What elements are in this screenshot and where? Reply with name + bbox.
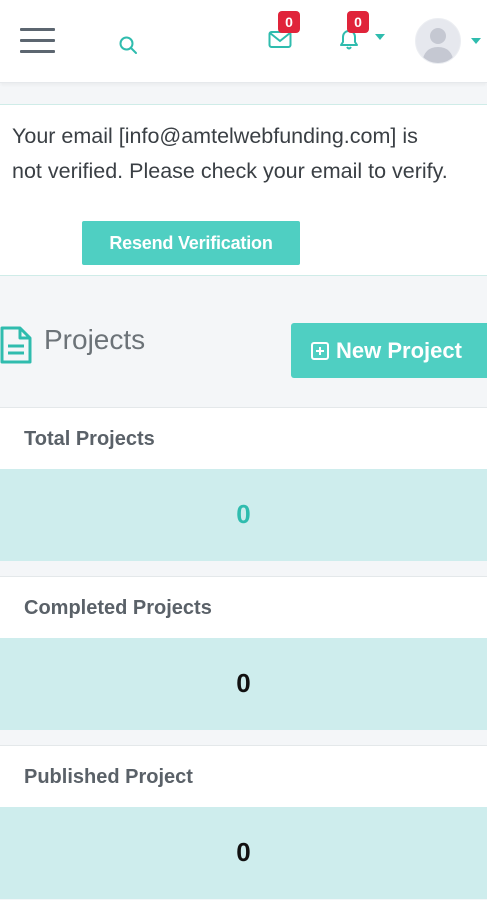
published-project-value-panel: 0 <box>0 807 487 899</box>
resend-verification-button[interactable]: Resend Verification <box>82 221 300 265</box>
document-icon <box>0 326 32 364</box>
page-title: Projects <box>44 324 146 355</box>
notification-count-badge: 0 <box>347 11 369 33</box>
mail-count-badge: 0 <box>278 11 300 33</box>
stat-label: Completed Projects <box>24 597 212 619</box>
stat-value: 0 <box>236 499 251 529</box>
published-project-header: Published Project <box>0 745 487 807</box>
completed-projects-value-panel: 0 <box>0 638 487 730</box>
user-menu[interactable] <box>415 18 487 64</box>
stat-label: Total Projects <box>24 428 155 450</box>
stat-label: Published Project <box>24 766 193 788</box>
plus-square-icon <box>311 341 329 360</box>
top-navbar: 0 0 <box>0 0 487 83</box>
search-icon[interactable] <box>118 35 138 55</box>
menu-icon[interactable] <box>20 28 56 56</box>
user-silhouette-icon <box>422 28 454 63</box>
new-project-label: New Project <box>336 337 462 363</box>
avatar <box>415 18 461 64</box>
total-projects-header: Total Projects <box>0 407 487 469</box>
mail-icon <box>268 31 292 48</box>
total-projects-value-panel: 0 <box>0 469 487 561</box>
stat-value: 0 <box>236 837 251 867</box>
new-project-button[interactable]: New Project <box>291 323 487 378</box>
email-verification-alert: Your email [info@amtelwebfunding.com] is… <box>0 104 487 276</box>
messages-button[interactable]: 0 <box>268 11 300 52</box>
chevron-down-icon <box>375 34 385 40</box>
alert-message: Your email [info@amtelwebfunding.com] is… <box>12 124 448 183</box>
completed-projects-header: Completed Projects <box>0 576 487 638</box>
stat-value: 0 <box>236 668 251 698</box>
notifications-button[interactable]: 0 <box>337 11 389 56</box>
chevron-down-icon <box>471 38 481 44</box>
